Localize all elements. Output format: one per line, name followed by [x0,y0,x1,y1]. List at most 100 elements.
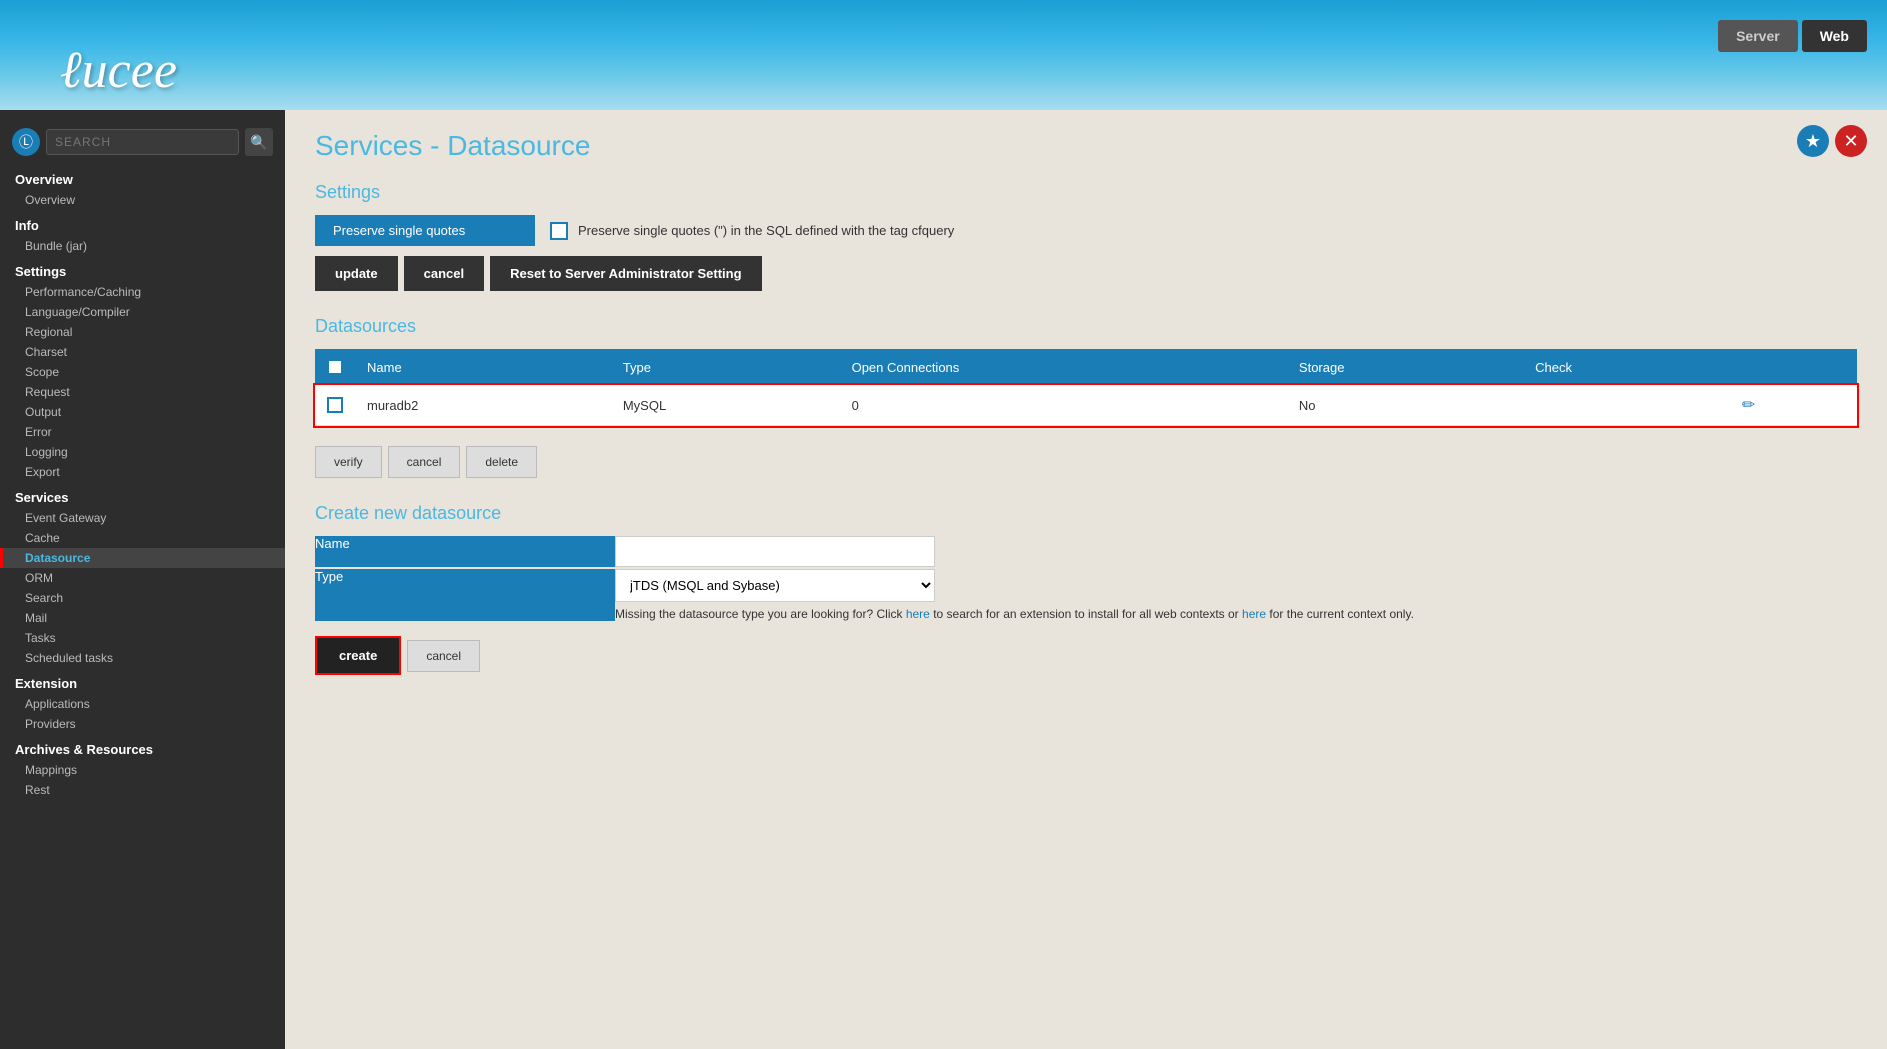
datasources-table: Name Type Open Connections Storage Check… [315,349,1857,426]
row-check [1523,385,1730,426]
note-part2: to search for an extension to install fo… [933,607,1242,621]
page-title: Services - Datasource [315,130,1857,162]
preserve-quotes-checkbox-area: Preserve single quotes (") in the SQL de… [550,222,954,240]
type-input-cell: jTDS (MSQL and Sybase) MySQL PostgreSQL … [615,569,1857,621]
search-button[interactable]: 🔍 [245,128,273,156]
sidebar-item-logging[interactable]: Logging [0,442,285,462]
settings-section-title: Settings [315,182,1857,203]
create-btn-row: create cancel [315,636,1857,675]
logo: ℓucee [0,41,177,100]
sidebar-item-cache[interactable]: Cache [0,528,285,548]
select-all-checkbox[interactable] [327,359,343,375]
section-title-overview: Overview [0,164,285,190]
create-form-table: Name Type jTDS (MSQL and Sybase) MySQL P… [315,536,1857,621]
content-area: ★ ✕ Services - Datasource Settings Prese… [285,110,1887,1049]
settings-btn-row: update cancel Reset to Server Administra… [315,256,1857,291]
name-input[interactable] [615,536,935,567]
col-type: Type [611,349,840,385]
reset-button[interactable]: Reset to Server Administrator Setting [490,256,761,291]
sidebar-item-output[interactable]: Output [0,402,285,422]
row-open-connections: 0 [840,385,1287,426]
sidebar-item-charset[interactable]: Charset [0,342,285,362]
col-actions [1730,349,1857,385]
content-top-icons: ★ ✕ [1797,125,1867,157]
preserve-quotes-text: Preserve single quotes (") in the SQL de… [578,223,954,238]
col-name: Name [355,349,611,385]
sidebar-item-mail[interactable]: Mail [0,608,285,628]
create-cancel-button[interactable]: cancel [407,640,480,672]
section-title-extension: Extension [0,668,285,694]
preserve-quotes-label: Preserve single quotes [315,215,535,246]
sidebar-item-scope[interactable]: Scope [0,362,285,382]
sidebar-item-providers[interactable]: Providers [0,714,285,734]
settings-cancel-button[interactable]: cancel [404,256,484,291]
sidebar-item-request[interactable]: Request [0,382,285,402]
type-label: Type [315,569,615,621]
edit-icon[interactable]: ✏ [1742,397,1755,414]
col-storage: Storage [1287,349,1523,385]
top-bar: ℓucee Server Web [0,0,1887,110]
preserve-quotes-checkbox[interactable] [550,222,568,240]
sidebar-item-overview[interactable]: Overview [0,190,285,210]
search-input[interactable] [46,129,239,155]
row-checkbox-cell [315,385,355,426]
sidebar-item-orm[interactable]: ORM [0,568,285,588]
sidebar-item-search[interactable]: Search [0,588,285,608]
type-select[interactable]: jTDS (MSQL and Sybase) MySQL PostgreSQL … [615,569,935,602]
row-edit[interactable]: ✏ [1730,385,1857,426]
note-link2[interactable]: here [1242,607,1266,621]
sidebar-item-export[interactable]: Export [0,462,285,482]
sidebar-search-row: Ⓛ 🔍 [0,120,285,164]
row-name: muradb2 [355,385,611,426]
table-cancel-button[interactable]: cancel [388,446,461,478]
sidebar-item-mappings[interactable]: Mappings [0,760,285,780]
col-open-connections: Open Connections [840,349,1287,385]
note-part1: Missing the datasource type you are look… [615,607,906,621]
create-section-title: Create new datasource [315,503,1857,524]
main-layout: Ⓛ 🔍 Overview Overview Info Bundle (jar) … [0,110,1887,1049]
sidebar-item-datasource[interactable]: Datasource [0,548,285,568]
table-row: muradb2 MySQL 0 No ✏ [315,385,1857,426]
sidebar-item-event-gateway[interactable]: Event Gateway [0,508,285,528]
lucee-icon: Ⓛ [12,128,40,156]
row-storage: No [1287,385,1523,426]
section-title-services: Services [0,482,285,508]
update-button[interactable]: update [315,256,398,291]
sidebar-item-regional[interactable]: Regional [0,322,285,342]
top-right-buttons: Server Web [1718,20,1867,52]
note-link1[interactable]: here [906,607,930,621]
sidebar-item-tasks[interactable]: Tasks [0,628,285,648]
row-checkbox[interactable] [327,397,343,413]
sidebar-item-bundle-jar[interactable]: Bundle (jar) [0,236,285,256]
star-button[interactable]: ★ [1797,125,1829,157]
sidebar-item-language-compiler[interactable]: Language/Compiler [0,302,285,322]
datasources-section-title: Datasources [315,316,1857,337]
server-button[interactable]: Server [1718,20,1798,52]
type-note: Missing the datasource type you are look… [615,607,1857,621]
delete-button[interactable]: delete [466,446,537,478]
form-row-type: Type jTDS (MSQL and Sybase) MySQL Postgr… [315,569,1857,621]
section-title-settings: Settings [0,256,285,282]
sidebar-item-performance-caching[interactable]: Performance/Caching [0,282,285,302]
verify-button[interactable]: verify [315,446,382,478]
web-button[interactable]: Web [1802,20,1867,52]
form-row-name: Name [315,536,1857,567]
sidebar-item-scheduled-tasks[interactable]: Scheduled tasks [0,648,285,668]
name-input-cell [615,536,1857,567]
note-part3: for the current context only. [1269,607,1414,621]
section-title-archives: Archives & Resources [0,734,285,760]
sidebar: Ⓛ 🔍 Overview Overview Info Bundle (jar) … [0,110,285,1049]
col-checkbox [315,349,355,385]
sidebar-item-applications[interactable]: Applications [0,694,285,714]
section-title-info: Info [0,210,285,236]
setting-preserve-quotes-row: Preserve single quotes Preserve single q… [315,215,1857,246]
name-label: Name [315,536,615,567]
table-action-row: verify cancel delete [315,446,1857,478]
close-button[interactable]: ✕ [1835,125,1867,157]
datasources-table-wrapper: Name Type Open Connections Storage Check… [315,349,1857,426]
create-button[interactable]: create [315,636,401,675]
col-check: Check [1523,349,1730,385]
sidebar-item-error[interactable]: Error [0,422,285,442]
sidebar-item-rest[interactable]: Rest [0,780,285,800]
row-type: MySQL [611,385,840,426]
